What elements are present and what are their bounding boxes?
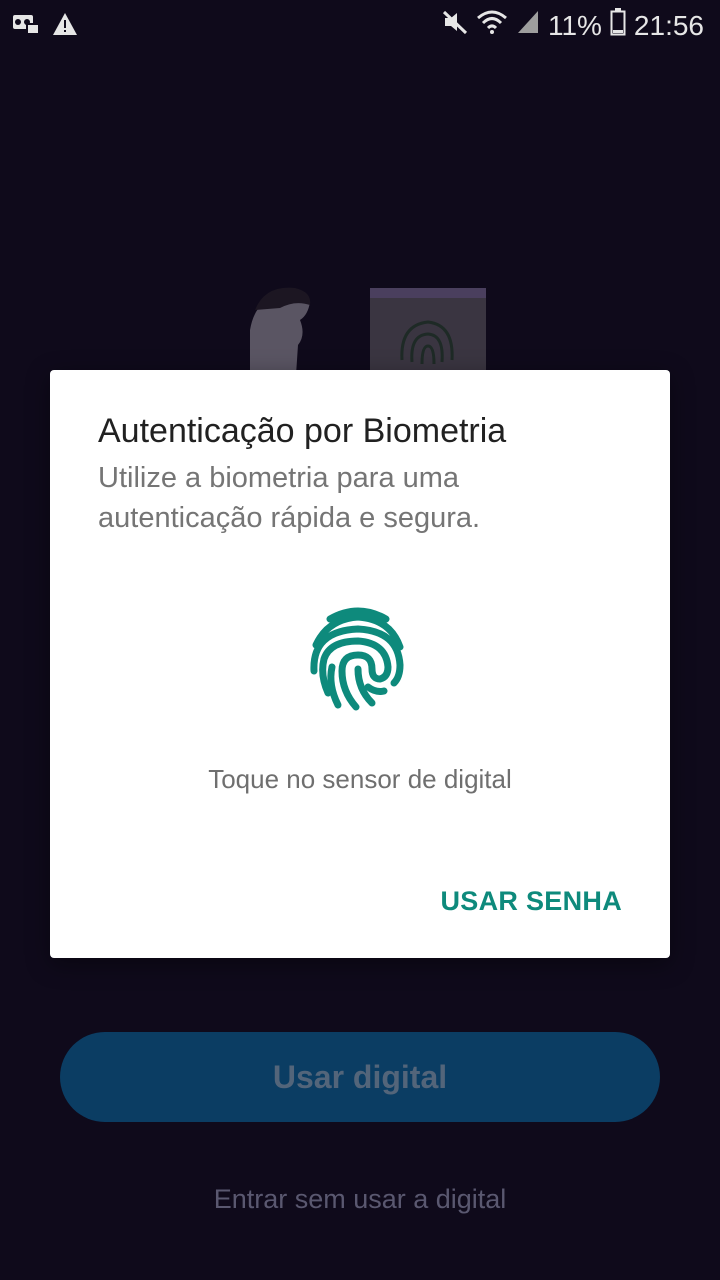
use-password-button[interactable]: USAR SENHA [440,886,622,917]
status-left [12,12,78,41]
mute-icon [442,9,468,42]
use-fingerprint-button[interactable]: Usar digital [60,1032,660,1122]
dialog-subtitle: Utilize a biometria para uma autenticaçã… [98,462,481,534]
status-bar: 11% 21:56 [0,0,720,50]
login-without-fingerprint-link[interactable]: Entrar sem usar a digital [0,1184,720,1215]
battery-percent: 11% [547,9,602,41]
biometric-dialog: Autenticação por Biometria Utilize a bio… [50,370,670,958]
dialog-title: Autenticação por Biometria [98,412,507,450]
clock: 21:56 [633,9,704,41]
battery-icon [610,8,626,43]
status-right: 11% 21:56 [442,8,704,43]
fingerprint-icon [308,605,408,717]
warning-icon [52,12,78,41]
signal-icon [516,9,540,42]
sensor-hint: Toque no sensor de digital [208,764,512,794]
voicemail-icon [12,12,42,41]
wifi-icon [476,9,508,42]
hero-illustration [240,280,500,380]
